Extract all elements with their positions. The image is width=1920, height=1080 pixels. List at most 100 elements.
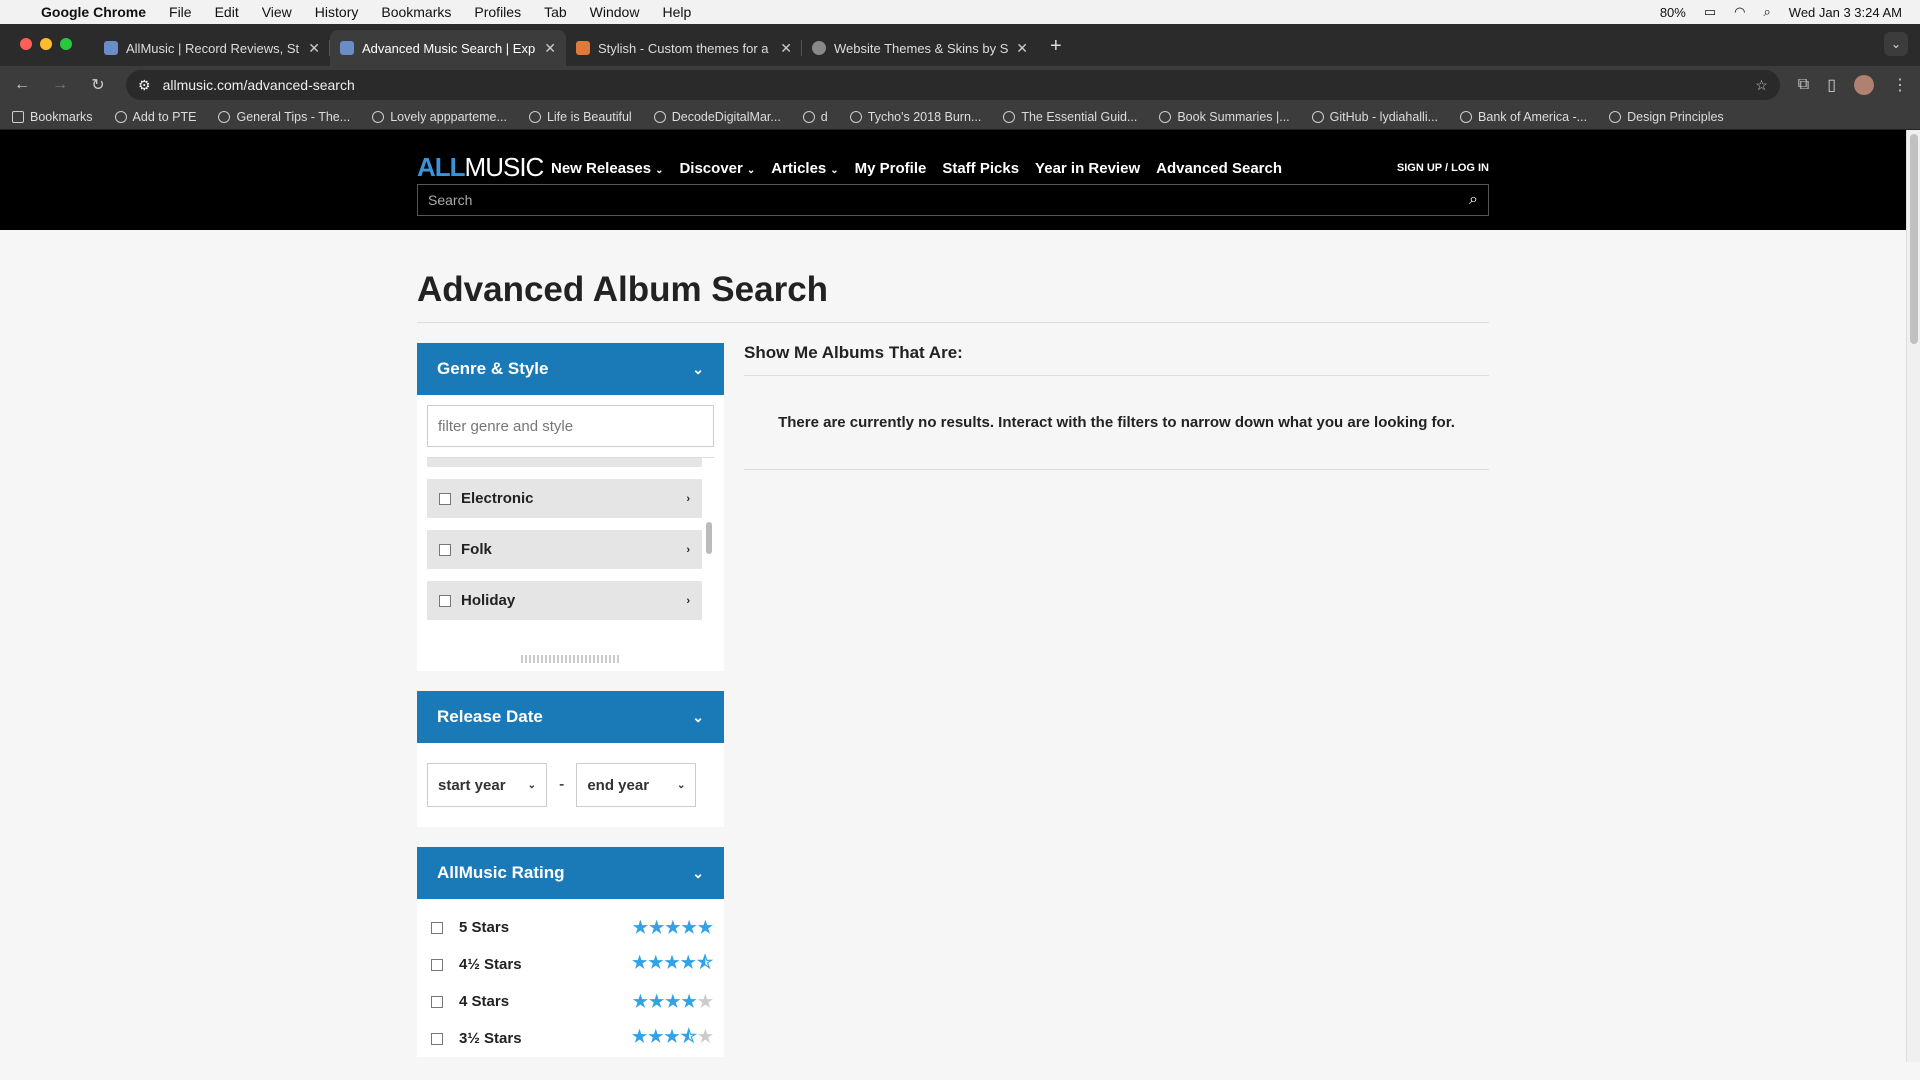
genre-list-scrollbar[interactable] [706, 522, 712, 554]
bookmark-item[interactable]: General Tips - The... [218, 110, 350, 124]
chevron-down-icon: ⌄ [692, 864, 704, 881]
page-scrollbar[interactable] [1906, 130, 1920, 1062]
menu-file[interactable]: File [169, 4, 192, 20]
allmusic-favicon-icon [340, 41, 354, 55]
bookmark-star-icon[interactable]: ☆ [1755, 77, 1768, 94]
address-bar[interactable]: ⚙ allmusic.com/advanced-search ☆ [126, 70, 1780, 100]
grip-icon [520, 655, 621, 663]
site-info-icon[interactable]: ⚙ [138, 77, 151, 94]
rating-row-4[interactable]: 4 Stars ★★★★★ [417, 983, 724, 1020]
tab-title: Stylish - Custom themes for a [598, 40, 769, 56]
tab-close-icon[interactable]: ✕ [544, 40, 556, 57]
nav-new-releases[interactable]: New Releases ⌄ [551, 160, 663, 177]
rating-checkbox[interactable] [431, 1032, 443, 1045]
rating-checkbox[interactable] [431, 995, 443, 1008]
search-icon[interactable]: ⌕ [1469, 191, 1478, 209]
menu-tab[interactable]: Tab [544, 4, 567, 20]
bookmark-item[interactable]: The Essential Guid... [1003, 110, 1137, 124]
rating-header[interactable]: AllMusic Rating ⌄ [417, 847, 724, 899]
nav-my-profile[interactable]: My Profile [855, 160, 927, 177]
bookmark-item[interactable]: d [802, 110, 828, 124]
chevron-right-icon[interactable]: › [686, 544, 690, 556]
end-year-select[interactable]: end year ⌄ [576, 763, 697, 807]
rating-row-5[interactable]: 5 Stars ★★★★★ [417, 909, 724, 946]
menubar-app-name[interactable]: Google Chrome [41, 4, 146, 20]
tab-website-themes[interactable]: Website Themes & Skins by S ✕ [802, 30, 1038, 66]
nav-articles[interactable]: Articles ⌄ [771, 160, 838, 177]
genre-checkbox[interactable] [439, 543, 451, 556]
rating-row-4-5[interactable]: 4½ Stars ★★★★⯪ [417, 946, 724, 983]
battery-icon[interactable]: ▭ [1704, 4, 1716, 20]
tab-close-icon[interactable]: ✕ [780, 40, 792, 57]
extensions-puzzle-icon[interactable]: ⧉ [1798, 76, 1809, 94]
bookmark-label: Tycho's 2018 Burn... [867, 109, 982, 124]
clock[interactable]: Wed Jan 3 3:24 AM [1789, 5, 1902, 20]
zoom-window-button[interactable] [60, 38, 72, 50]
genre-item-holiday[interactable]: Holiday › [427, 581, 702, 623]
resize-grip[interactable] [417, 647, 724, 671]
scrollbar-thumb[interactable] [1910, 134, 1918, 344]
bookmark-item[interactable]: Tycho's 2018 Burn... [849, 109, 982, 124]
bookmark-label: DecodeDigitalMar... [671, 109, 781, 124]
rating-checkbox[interactable] [431, 921, 443, 934]
genre-item-folk[interactable]: Folk › [427, 530, 702, 572]
genre-filter-input[interactable]: filter genre and style [427, 405, 714, 447]
tab-advanced-search[interactable]: Advanced Music Search | Exp ✕ [330, 30, 566, 66]
minimize-window-button[interactable] [40, 38, 52, 50]
rating-checkbox[interactable] [431, 958, 443, 971]
nav-advanced-search[interactable]: Advanced Search [1156, 160, 1282, 177]
new-tab-plus-icon[interactable]: + [1038, 35, 1074, 66]
tab-stylish[interactable]: Stylish - Custom themes for a ✕ [566, 30, 802, 66]
chevron-right-icon[interactable]: › [686, 493, 690, 505]
back-arrow-icon[interactable]: ← [12, 76, 32, 94]
menu-edit[interactable]: Edit [215, 4, 239, 20]
spotlight-icon[interactable]: ⌕ [1764, 4, 1771, 20]
allmusic-logo[interactable]: ALLMUSIC [417, 152, 544, 183]
filter-placeholder: filter genre and style [438, 417, 574, 435]
nav-discover[interactable]: Discover ⌄ [679, 160, 755, 177]
genre-checkbox[interactable] [439, 594, 451, 607]
tab-search-chevron-icon[interactable]: ⌄ [1884, 32, 1908, 56]
bookmark-item[interactable]: Bank of America -... [1460, 110, 1587, 124]
chevron-down-icon: ⌄ [746, 165, 756, 176]
kebab-menu-icon[interactable]: ⋮ [1892, 75, 1908, 95]
bookmark-item[interactable]: Add to PTE [114, 110, 196, 124]
rating-row-3-5[interactable]: 3½ Stars ★★★⯪★ [417, 1020, 724, 1057]
side-panel-icon[interactable]: ▯ [1827, 75, 1836, 95]
main-nav: New Releases ⌄ Discover ⌄ Articles ⌄ My Pro… [551, 160, 1282, 177]
tab-close-icon[interactable]: ✕ [308, 40, 320, 57]
nav-staff-picks[interactable]: Staff Picks [942, 160, 1019, 177]
bookmark-item[interactable]: DecodeDigitalMar... [653, 109, 781, 124]
menu-bookmarks[interactable]: Bookmarks [381, 4, 451, 20]
bookmark-folder[interactable]: Bookmarks [12, 110, 93, 124]
chevron-right-icon[interactable]: › [686, 595, 690, 607]
menu-window[interactable]: Window [590, 4, 640, 20]
reload-icon[interactable]: ↻ [88, 75, 108, 95]
nav-year-in-review[interactable]: Year in Review [1035, 160, 1140, 177]
tab-allmusic[interactable]: AllMusic | Record Reviews, St ✕ [94, 30, 330, 66]
url-text[interactable]: allmusic.com/advanced-search [163, 77, 355, 93]
signup-login-link[interactable]: SIGN UP / LOG IN [1397, 162, 1489, 174]
menu-help[interactable]: Help [662, 4, 691, 20]
tab-close-icon[interactable]: ✕ [1016, 40, 1028, 57]
profile-avatar[interactable] [1854, 75, 1874, 95]
menu-profiles[interactable]: Profiles [474, 4, 521, 20]
genre-list[interactable]: Electronic › Folk › Holiday › [427, 457, 714, 637]
menu-view[interactable]: View [262, 4, 292, 20]
genre-style-header[interactable]: Genre & Style ⌄ [417, 343, 724, 395]
release-date-header[interactable]: Release Date ⌄ [417, 691, 724, 743]
wifi-icon[interactable]: ◠ [1734, 4, 1745, 20]
bookmark-item[interactable]: GitHub - lydiahalli... [1311, 110, 1438, 124]
select-value: start year [438, 776, 506, 794]
bookmark-item[interactable]: Lovely appparteme... [372, 110, 507, 124]
bookmark-item[interactable]: Life is Beautiful [528, 110, 632, 124]
start-year-select[interactable]: start year ⌄ [427, 763, 547, 807]
bookmark-item[interactable]: Book Summaries |... [1159, 110, 1290, 124]
site-search-input[interactable]: Search ⌕ [417, 184, 1489, 216]
genre-checkbox[interactable] [439, 492, 451, 505]
forward-arrow-icon[interactable]: → [50, 76, 70, 94]
bookmark-item[interactable]: Design Principles [1609, 110, 1724, 124]
menu-history[interactable]: History [315, 4, 359, 20]
genre-item-electronic[interactable]: Electronic › [427, 479, 702, 521]
close-window-button[interactable] [20, 38, 32, 50]
